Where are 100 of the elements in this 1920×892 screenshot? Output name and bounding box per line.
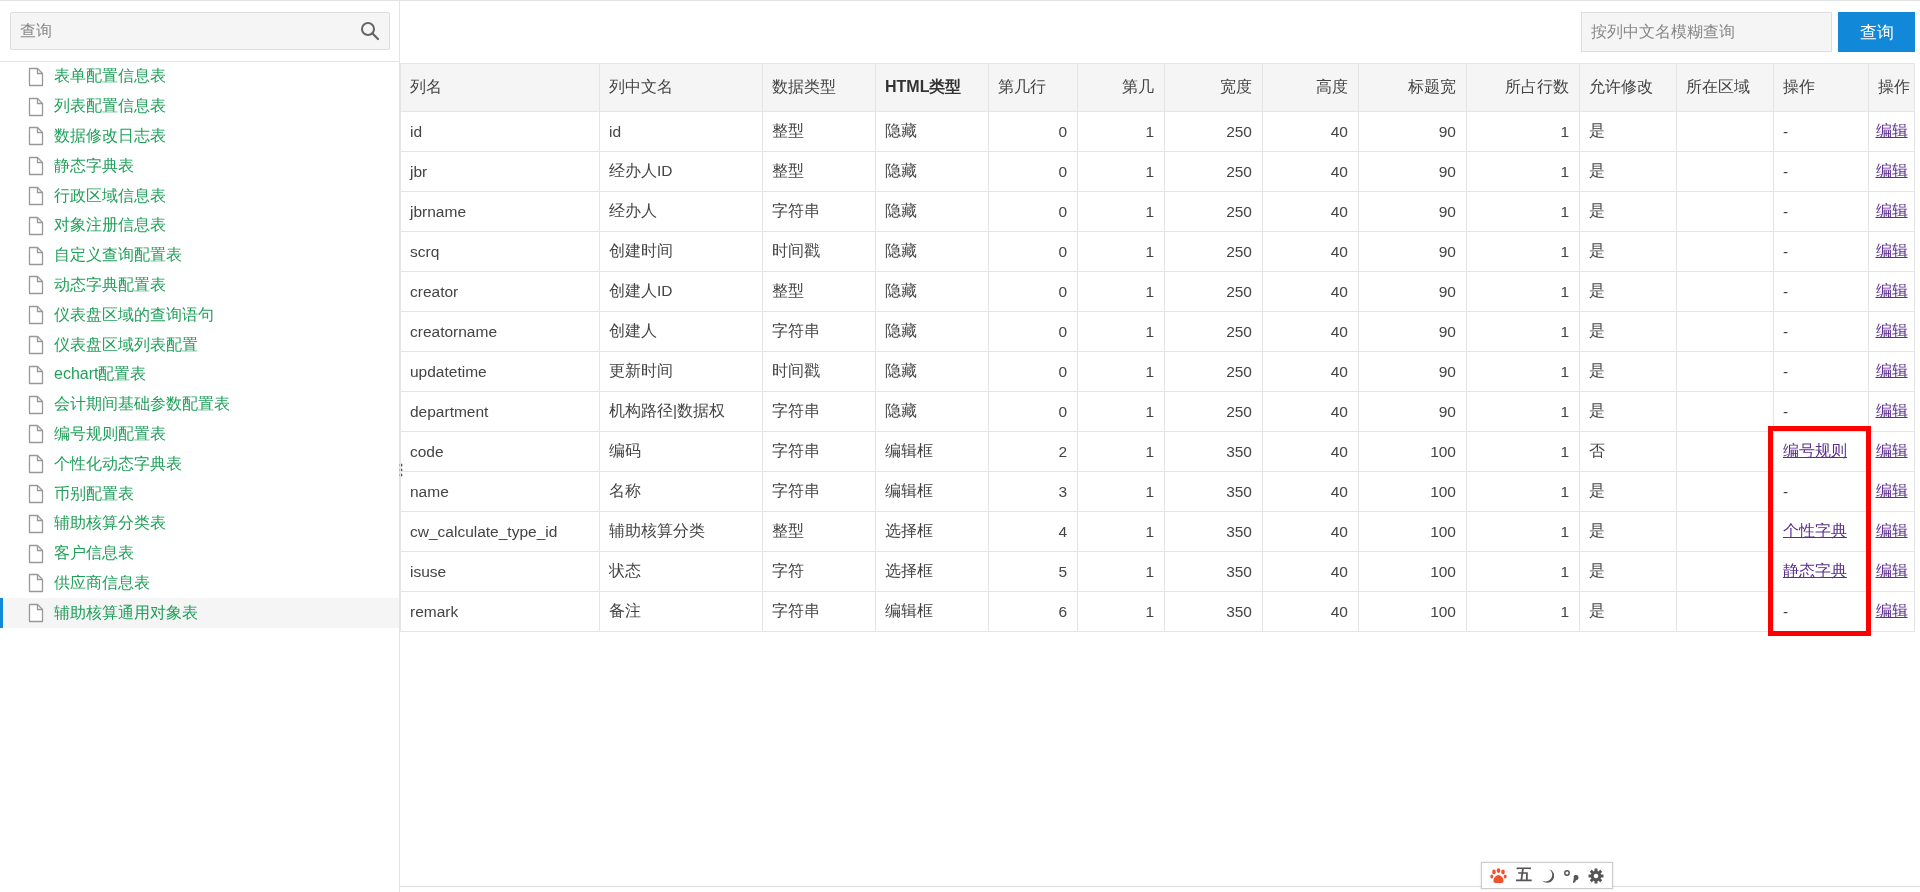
tree-item[interactable]: 个性化动态字典表 <box>0 449 399 480</box>
column-search-field[interactable]: 按列中文名模糊查询 <box>1581 12 1832 52</box>
file-icon <box>28 513 44 534</box>
table-cell: 40 <box>1262 231 1359 272</box>
table-cell: 1 <box>1466 471 1580 512</box>
table-cell: 90 <box>1358 191 1467 232</box>
splitter-handle[interactable] <box>399 463 403 477</box>
table-cell: 0 <box>988 231 1078 272</box>
table-cell: 350 <box>1164 471 1263 512</box>
table-cell: 1 <box>1077 111 1165 152</box>
tree-item[interactable]: 对象注册信息表 <box>0 211 399 241</box>
input-mode-label[interactable]: 五 <box>1516 865 1532 886</box>
table-cell: 隐藏 <box>875 271 989 312</box>
tree-item[interactable]: 币别配置表 <box>0 479 399 509</box>
table-cell: 250 <box>1164 391 1263 432</box>
table-cell: 字符串 <box>762 471 876 512</box>
tree-item[interactable]: 客户信息表 <box>0 538 399 569</box>
column-header: 所占行数 <box>1466 63 1580 112</box>
file-icon <box>28 573 44 594</box>
table-cell: scrq <box>400 231 600 272</box>
paw-icon[interactable] <box>1490 867 1507 884</box>
table-cell: 40 <box>1262 471 1359 512</box>
empty-action-text: - <box>1783 202 1789 220</box>
tree-item[interactable]: 会计期间基础参数配置表 <box>0 389 399 420</box>
tree-item[interactable]: 列表配置信息表 <box>0 91 399 122</box>
tree-item[interactable]: 供应商信息表 <box>0 568 399 599</box>
tree-item[interactable]: 仪表盘区域列表配置 <box>0 330 399 360</box>
search-button[interactable]: 查询 <box>1838 12 1915 52</box>
table-cell: 350 <box>1164 511 1263 552</box>
table-cell: 是 <box>1579 471 1677 512</box>
table-cell: 90 <box>1358 231 1467 272</box>
empty-action-text: - <box>1783 242 1789 260</box>
table-cell: 1 <box>1466 511 1580 552</box>
table-cell: 0 <box>988 271 1078 312</box>
file-icon <box>28 96 44 117</box>
table-cell: 100 <box>1358 471 1467 512</box>
table-cell: 是 <box>1579 591 1677 632</box>
empty-action-text: - <box>1783 282 1789 300</box>
table-cell: 整型 <box>762 511 876 552</box>
table-cell: 编辑框 <box>875 591 989 632</box>
file-icon <box>28 156 44 177</box>
column-header: 宽度 <box>1164 63 1263 112</box>
table-cell: 更新时间 <box>599 351 763 392</box>
table-cell: 是 <box>1579 311 1677 352</box>
table-cell: 字符串 <box>762 391 876 432</box>
table-cell: 1 <box>1466 591 1580 632</box>
file-icon <box>28 603 44 624</box>
punctuation-icon[interactable] <box>1563 868 1579 883</box>
table-cell: id <box>599 111 763 152</box>
table-cell: 1 <box>1077 591 1165 632</box>
search-icon[interactable] <box>360 21 380 41</box>
table-cell: 整型 <box>762 151 876 192</box>
table-cell: 1 <box>1077 391 1165 432</box>
tree-item[interactable]: 辅助核算通用对象表 <box>0 598 399 629</box>
table-cell: cw_calculate_type_id <box>400 511 600 552</box>
table-cell: 1 <box>1077 511 1165 552</box>
table-cell: 时间戳 <box>762 231 876 272</box>
tree-item[interactable]: 辅助核算分类表 <box>0 508 399 539</box>
tree-item[interactable]: 表单配置信息表 <box>0 62 399 92</box>
table-cell: updatetime <box>400 351 600 392</box>
tree-item[interactable]: 静态字典表 <box>0 151 399 182</box>
table-cell: department <box>400 391 600 432</box>
settings-icon[interactable] <box>1588 867 1604 884</box>
tree-item[interactable]: 编号规则配置表 <box>0 419 399 450</box>
table-cell: 5 <box>988 551 1078 592</box>
empty-action-text: - <box>1783 322 1789 340</box>
table-cell: 90 <box>1358 311 1467 352</box>
table-cell: 0 <box>988 391 1078 432</box>
table-cell: creator <box>400 271 600 312</box>
column-header: 标题宽 <box>1358 63 1467 112</box>
table-cell: 1 <box>1466 111 1580 152</box>
table-cell: 字符串 <box>762 591 876 632</box>
file-icon <box>28 394 44 415</box>
table-cell: 6 <box>988 591 1078 632</box>
table-cell: 1 <box>1466 191 1580 232</box>
table-cell: 250 <box>1164 351 1263 392</box>
table-cell: 是 <box>1579 271 1677 312</box>
tree-item[interactable]: 动态字典配置表 <box>0 270 399 301</box>
search-field[interactable]: 查询 <box>10 12 390 50</box>
moon-icon[interactable] <box>1541 868 1554 883</box>
table-cell: 40 <box>1262 391 1359 432</box>
table-cell: 备注 <box>599 591 763 632</box>
table-cell: creatorname <box>400 311 600 352</box>
tree-item[interactable]: 数据修改日志表 <box>0 121 399 152</box>
tree-item[interactable]: 行政区域信息表 <box>0 181 399 211</box>
table-cell: 90 <box>1358 391 1467 432</box>
empty-action-text: - <box>1783 602 1789 620</box>
table-cell: 250 <box>1164 191 1263 232</box>
table-cell: 40 <box>1262 551 1359 592</box>
tree-item[interactable]: echart配置表 <box>0 359 399 390</box>
table-cell: 0 <box>988 111 1078 152</box>
table-cell: 100 <box>1358 431 1467 472</box>
file-icon <box>28 484 44 505</box>
file-icon <box>28 454 44 475</box>
table-cell: 40 <box>1262 311 1359 352</box>
table-cell: 90 <box>1358 151 1467 192</box>
table-cell: 1 <box>1077 471 1165 512</box>
tree-item[interactable]: 仪表盘区域的查询语句 <box>0 300 399 331</box>
tree-item[interactable]: 自定义查询配置表 <box>0 240 399 271</box>
table-cell: 隐藏 <box>875 311 989 352</box>
